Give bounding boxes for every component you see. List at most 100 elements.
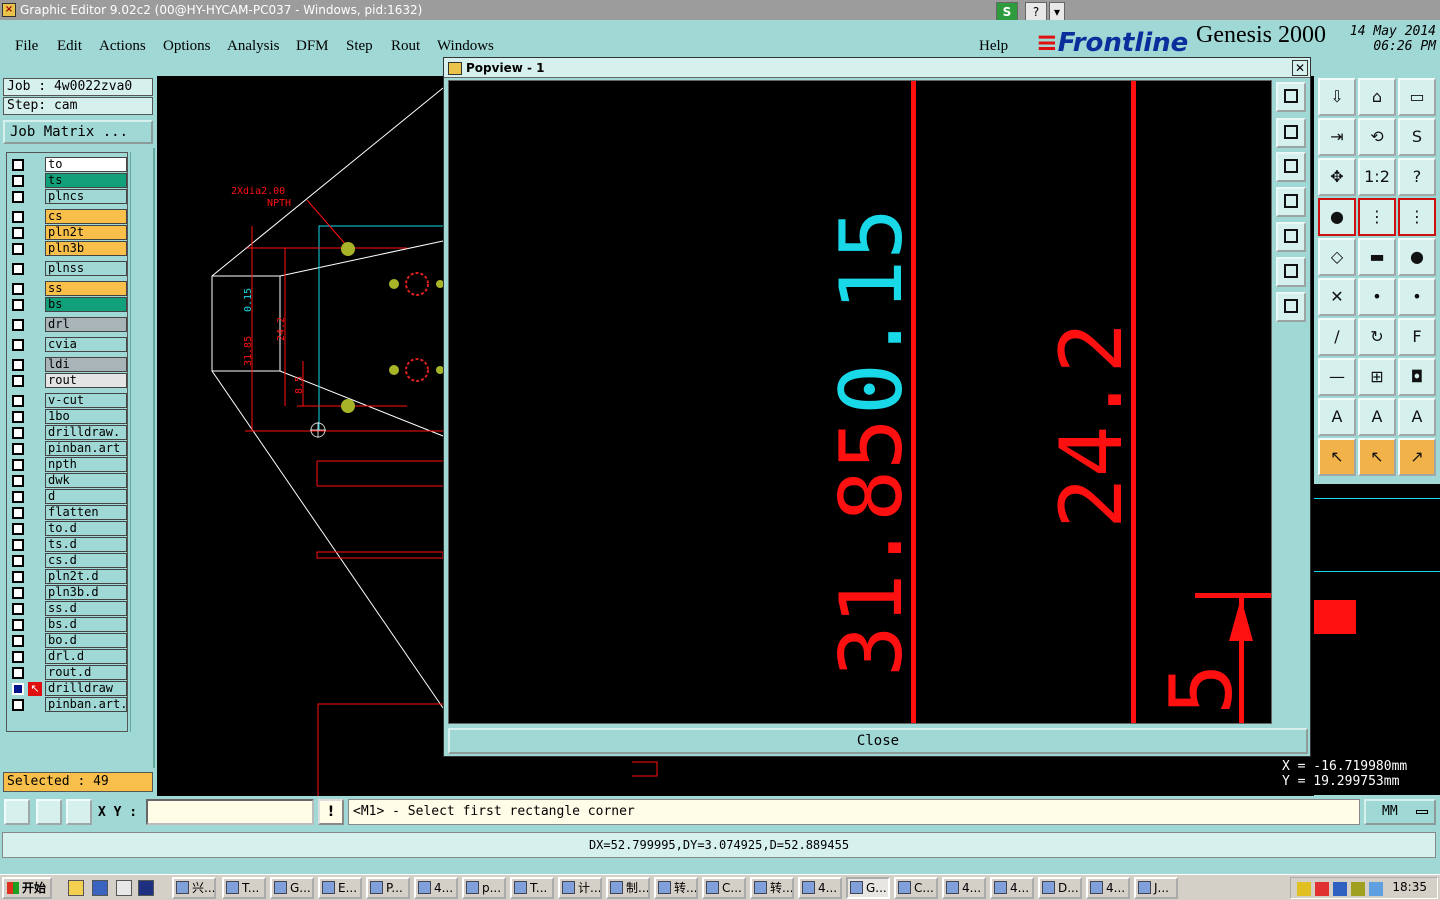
taskbar-task[interactable]: 4... [990, 877, 1034, 899]
layer-name[interactable]: drilldraw [45, 681, 127, 696]
tray-alert-icon[interactable] [1315, 882, 1329, 896]
taskbar-task[interactable]: P... [366, 877, 410, 899]
layer-row[interactable]: drl.d [7, 649, 129, 665]
layer-row[interactable]: flatten [7, 505, 129, 521]
tool-button[interactable]: ↻ [1358, 318, 1396, 356]
menu-windows[interactable]: Windows [437, 38, 494, 55]
layer-checkbox[interactable] [12, 683, 24, 695]
layer-name[interactable]: to.d [45, 521, 127, 536]
tray-network-icon[interactable] [1369, 882, 1383, 896]
layer-row[interactable]: d [7, 489, 129, 505]
pv-pan-down-button[interactable] [1276, 152, 1306, 182]
layer-name[interactable]: cs [45, 209, 127, 224]
tool-button[interactable]: — [1318, 358, 1356, 396]
menu-help[interactable]: Help [979, 38, 1008, 55]
layer-name[interactable]: plnss [45, 261, 127, 276]
layer-checkbox[interactable] [12, 211, 24, 223]
menu-analysis[interactable]: Analysis [227, 38, 280, 55]
tool-button[interactable]: ⌂ [1358, 78, 1396, 116]
tool-button[interactable]: ↗ [1398, 438, 1436, 476]
tool-button[interactable]: ∕ [1318, 318, 1356, 356]
layer-checkbox[interactable] [12, 395, 24, 407]
s-button[interactable]: S [996, 2, 1018, 22]
layer-checkbox[interactable] [12, 651, 24, 663]
layer-row[interactable]: plnss [7, 261, 129, 277]
layer-checkbox[interactable] [12, 507, 24, 519]
layer-name[interactable]: 1bo [45, 409, 127, 424]
taskbar-task[interactable]: 转... [750, 877, 794, 899]
layer-row[interactable]: pln2t.d [7, 569, 129, 585]
layer-checkbox[interactable] [12, 319, 24, 331]
taskbar-task[interactable]: J... [1134, 877, 1178, 899]
tool-button[interactable]: ● [1398, 238, 1436, 276]
tool-button[interactable]: F [1398, 318, 1436, 356]
pv-zoom-in-button[interactable] [1276, 257, 1306, 287]
layer-row[interactable]: drilldraw. [7, 425, 129, 441]
layer-name[interactable]: plncs [45, 189, 127, 204]
layer-row[interactable]: bs.d [7, 617, 129, 633]
tool-button[interactable]: • [1398, 278, 1436, 316]
tool-button[interactable]: ↖ [1318, 438, 1356, 476]
layer-row[interactable]: rout [7, 373, 129, 389]
layer-row[interactable]: 1bo [7, 409, 129, 425]
layer-name[interactable]: rout.d [45, 665, 127, 680]
layer-checkbox[interactable] [12, 375, 24, 387]
tool-button[interactable]: A [1358, 398, 1396, 436]
taskbar-task[interactable]: 兴... [172, 877, 216, 899]
layer-row[interactable]: ts.d [7, 537, 129, 553]
menu-actions[interactable]: Actions [99, 38, 146, 55]
layer-checkbox[interactable] [12, 243, 24, 255]
measure-icon[interactable] [36, 799, 62, 825]
menu-edit[interactable]: Edit [57, 38, 82, 55]
layer-name[interactable]: to [45, 157, 127, 172]
layer-name[interactable]: ts.d [45, 537, 127, 552]
layer-row[interactable]: pln2t [7, 225, 129, 241]
tray-clock-icon[interactable] [1351, 882, 1365, 896]
layer-checkbox[interactable] [12, 539, 24, 551]
layer-name[interactable]: pln2t.d [45, 569, 127, 584]
unit-select[interactable]: MM [1364, 799, 1436, 825]
layer-row[interactable]: plncs [7, 189, 129, 205]
taskbar-task[interactable]: G... [270, 877, 314, 899]
layer-checkbox[interactable] [12, 475, 24, 487]
layer-scrollbar[interactable] [130, 152, 152, 732]
layer-name[interactable]: drl.d [45, 649, 127, 664]
tool-button[interactable]: ⊞ [1358, 358, 1396, 396]
layer-row[interactable]: pinban.art [7, 441, 129, 457]
layer-row[interactable]: pln3b [7, 241, 129, 257]
layer-row[interactable]: v-cut [7, 393, 129, 409]
snap-icon[interactable] [4, 799, 30, 825]
tool-button[interactable]: ⋮ [1398, 198, 1436, 236]
tool-button[interactable]: ⇥ [1318, 118, 1356, 156]
layer-checkbox[interactable] [12, 263, 24, 275]
tray-pen-icon[interactable] [1297, 882, 1311, 896]
help-question-button[interactable]: ? [1025, 2, 1047, 22]
layer-row[interactable]: drl [7, 317, 129, 333]
pv-zoom-out-button[interactable] [1276, 292, 1306, 322]
popview-canvas[interactable]: 0.15 31.85 24.2 5 [448, 80, 1272, 724]
layer-name[interactable]: rout [45, 373, 127, 388]
layer-checkbox[interactable] [12, 667, 24, 679]
layer-row[interactable]: ↖ drilldraw [7, 681, 129, 697]
tool-button[interactable]: ⇩ [1318, 78, 1356, 116]
quicklaunch-edit-icon[interactable] [116, 880, 132, 896]
quicklaunch-globe-icon[interactable] [92, 880, 108, 896]
layer-name[interactable]: ss.d [45, 601, 127, 616]
layer-checkbox[interactable] [12, 555, 24, 567]
layer-row[interactable]: pinban.art. [7, 697, 129, 713]
taskbar-task[interactable]: p... [462, 877, 506, 899]
layer-name[interactable]: pln3b [45, 241, 127, 256]
taskbar-task[interactable]: 4... [798, 877, 842, 899]
xy-input[interactable] [146, 799, 314, 825]
layer-checkbox[interactable] [12, 619, 24, 631]
layer-row[interactable]: ldi [7, 357, 129, 373]
layer-checkbox[interactable] [12, 191, 24, 203]
layer-name[interactable]: npth [45, 457, 127, 472]
taskbar-task[interactable]: 计... [558, 877, 602, 899]
tool-button[interactable]: ✥ [1318, 158, 1356, 196]
taskbar-task[interactable]: E... [318, 877, 362, 899]
taskbar-task[interactable]: T... [510, 877, 554, 899]
layer-row[interactable]: to [7, 157, 129, 173]
layer-checkbox[interactable] [12, 283, 24, 295]
tool-button[interactable]: ? [1398, 158, 1436, 196]
